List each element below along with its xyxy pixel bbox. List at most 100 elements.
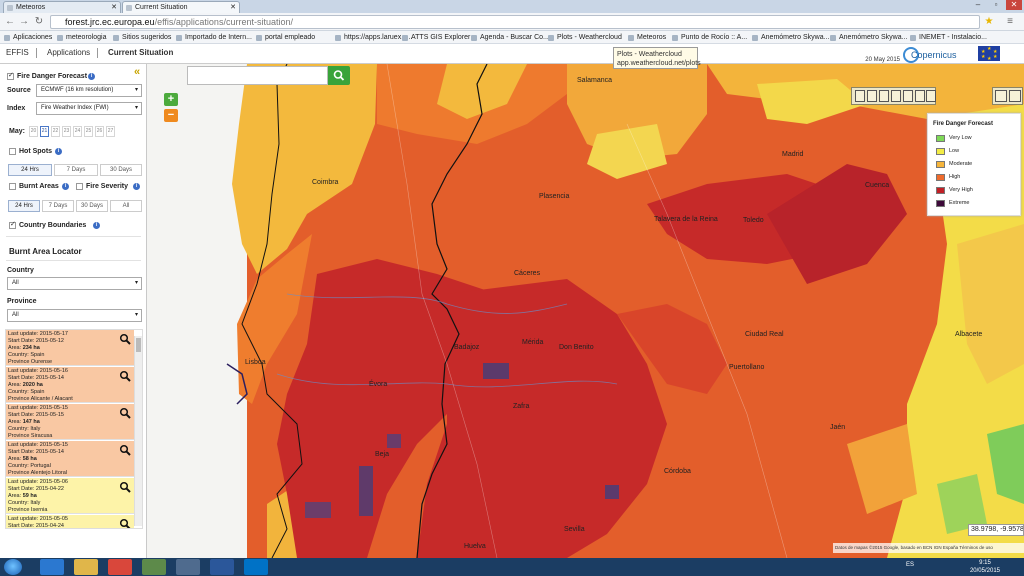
word-icon[interactable] [210,559,234,575]
close-window-icon[interactable]: ✕ [1006,0,1022,10]
zoom-to-result-icon[interactable] [119,481,131,493]
source-select[interactable]: ECMWF (16 km resolution) [36,84,142,97]
chrome-icon[interactable] [108,559,132,575]
fire-danger-checkbox[interactable] [7,71,14,80]
app-icon[interactable] [176,559,200,575]
hotspots-24hrs-button[interactable]: 24 Hrs [8,164,52,176]
reload-icon[interactable]: ↻ [33,15,45,28]
app-icon[interactable] [142,559,166,575]
index-select[interactable]: Fire Weather Index (FWI) [36,102,142,115]
fire-severity-checkbox[interactable] [76,183,83,190]
print-icon[interactable] [1009,90,1021,102]
forward-icon[interactable]: → [18,15,30,28]
explorer-icon[interactable] [74,559,98,575]
zoom-to-result-icon[interactable] [119,444,131,456]
back-icon[interactable]: ← [4,15,16,28]
burnt-area-result[interactable]: Last update: 2015-05-06 Start Date: 2015-… [6,478,134,514]
bookmark-item[interactable]: Plots - Weathercloud [548,32,622,43]
bookmark-item[interactable]: ATTS GIS Explorer [402,32,470,43]
info-icon[interactable]: i [62,183,69,190]
bookmark-item[interactable]: Anemómetro Skywa... [752,32,829,43]
burnt-area-result[interactable]: Last update: 2015-05-17 Start Date: 2015-… [6,330,134,366]
language-indicator[interactable]: ES [906,562,914,568]
bookmark-item[interactable]: Punto de Rocío :: A... [672,32,747,43]
hotspots-checkbox[interactable] [9,148,16,155]
burnt-30days-button[interactable]: 30 Days [76,200,108,212]
burnt-all-button[interactable]: All [110,200,142,212]
bookmark-item[interactable]: Agenda - Buscar Co... [471,32,549,43]
map-search-input[interactable] [187,66,328,85]
minimize-icon[interactable]: – [970,0,986,10]
bookmark-item[interactable]: https://apps.laruex.c... [335,32,412,43]
zoom-to-result-icon[interactable] [119,518,131,529]
burnt-area-result[interactable]: Last update: 2015-05-15 Start Date: 2015-… [6,404,134,440]
burnt-area-result[interactable]: Last update: 2015-05-15 Start Date: 2015-… [6,441,134,477]
collapse-sidebar-icon[interactable]: « [134,67,140,78]
nav-applications[interactable]: Applications [47,48,90,58]
zoom-to-result-icon[interactable] [119,333,131,345]
bookmark-item[interactable]: Importado de Intern... [176,32,252,43]
bookmark-item[interactable]: Meteoros [628,32,666,43]
info-icon[interactable]: i [93,222,100,229]
measure-icon[interactable] [915,90,925,102]
layers-icon[interactable] [995,90,1007,102]
day-22[interactable]: 22 [51,126,60,137]
ie-icon[interactable] [40,559,64,575]
bookmark-item[interactable]: Anemómetro Skywa... [830,32,907,43]
day-25[interactable]: 25 [84,126,93,137]
home-icon[interactable] [855,90,865,102]
start-button[interactable] [4,559,22,575]
map-search-button[interactable] [328,66,350,85]
menu-icon[interactable]: ≡ [1004,15,1016,28]
day-24[interactable]: 24 [73,126,82,137]
outlook-icon[interactable] [244,559,268,575]
day-26[interactable]: 26 [95,126,104,137]
info-icon[interactable]: i [55,148,62,155]
scrollbar-thumb[interactable] [136,338,141,352]
info-icon[interactable]: i [88,73,95,80]
url-field[interactable]: forest.jrc.ec.europa.eu/effis/applicatio… [50,15,980,29]
burnt-7days-button[interactable]: 7 Days [42,200,74,212]
bookmark-item[interactable]: Sitios sugeridos [113,32,171,43]
hotspots-30days-button[interactable]: 30 Days [100,164,142,176]
tab-current-situation[interactable]: Current Situation ✕ [122,1,240,13]
day-20[interactable]: 20 [29,126,38,137]
bookmark-item[interactable]: INEMET - Instalacio... [910,32,987,43]
zoom-to-result-icon[interactable] [119,407,131,419]
close-tab-icon[interactable]: ✕ [111,2,117,13]
map-view[interactable]: Salamanca Madrid Coimbra Toledo Cáceres … [147,64,1024,558]
day-27[interactable]: 27 [106,126,115,137]
zoom-in-button[interactable]: + [164,93,178,106]
star-icon[interactable]: ★ [983,15,995,28]
burnt-area-result[interactable]: Last update: 2015-05-05 Start Date: 2015-… [6,515,134,529]
burnt-24hrs-button[interactable]: 24 Hrs [8,200,40,212]
fire-danger-map[interactable]: Salamanca Madrid Coimbra Toledo Cáceres … [147,64,1024,558]
burnt-area-result[interactable]: Last update: 2015-05-16 Start Date: 2015-… [6,367,134,403]
zoom-out-button[interactable]: − [164,109,178,122]
zoom-box-icon[interactable] [879,90,889,102]
results-scrollbar[interactable] [134,336,142,526]
day-21[interactable]: 21 [40,126,49,137]
back-extent-icon[interactable] [903,90,913,102]
maximize-icon[interactable]: ▫ [988,0,1004,10]
bookmark-item[interactable]: meteorologia [57,32,106,43]
tab-meteoros[interactable]: Meteoros ✕ [3,1,121,13]
country-select[interactable]: All [7,277,142,290]
nav-effis[interactable]: EFFIS [6,48,29,58]
close-tab-icon[interactable]: ✕ [230,2,236,13]
country-boundaries-checkbox[interactable] [9,220,16,229]
info-icon[interactable]: i [133,183,140,190]
taskbar-clock[interactable]: 9:15 20/05/2015 [970,559,1000,575]
bookmark-item[interactable]: Aplicaciones [4,32,52,43]
zoom-to-result-icon[interactable] [119,370,131,382]
chart-icon[interactable] [926,90,936,102]
bookmark-item[interactable]: portal empleado [256,32,315,43]
province-select[interactable]: All [7,309,142,322]
identify-icon[interactable] [891,90,901,102]
day-23[interactable]: 23 [62,126,71,137]
nav-current-situation[interactable]: Current Situation [108,48,173,58]
pan-icon[interactable] [867,90,877,102]
burnt-areas-checkbox[interactable] [9,183,16,190]
city-label: Córdoba [664,468,691,475]
hotspots-7days-button[interactable]: 7 Days [54,164,98,176]
